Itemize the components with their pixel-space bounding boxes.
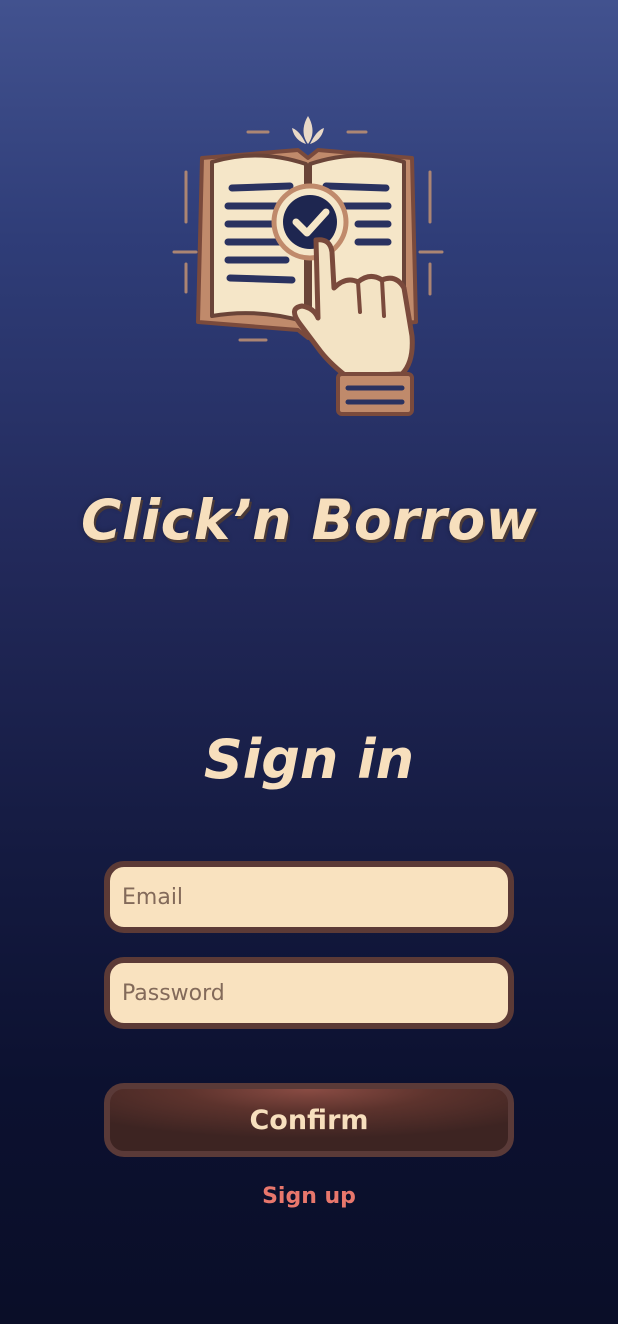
signin-heading: Sign in	[203, 728, 415, 791]
signin-screen: Click’n Borrow Sign in Confirm Sign up	[0, 0, 618, 1324]
app-title: Click’n Borrow	[81, 488, 537, 552]
signup-link[interactable]: Sign up	[0, 1184, 618, 1209]
password-input[interactable]	[104, 957, 514, 1029]
app-logo	[168, 112, 450, 418]
email-input[interactable]	[104, 861, 514, 933]
confirm-button[interactable]: Confirm	[104, 1083, 514, 1157]
book-with-hand-check-icon	[172, 116, 444, 416]
